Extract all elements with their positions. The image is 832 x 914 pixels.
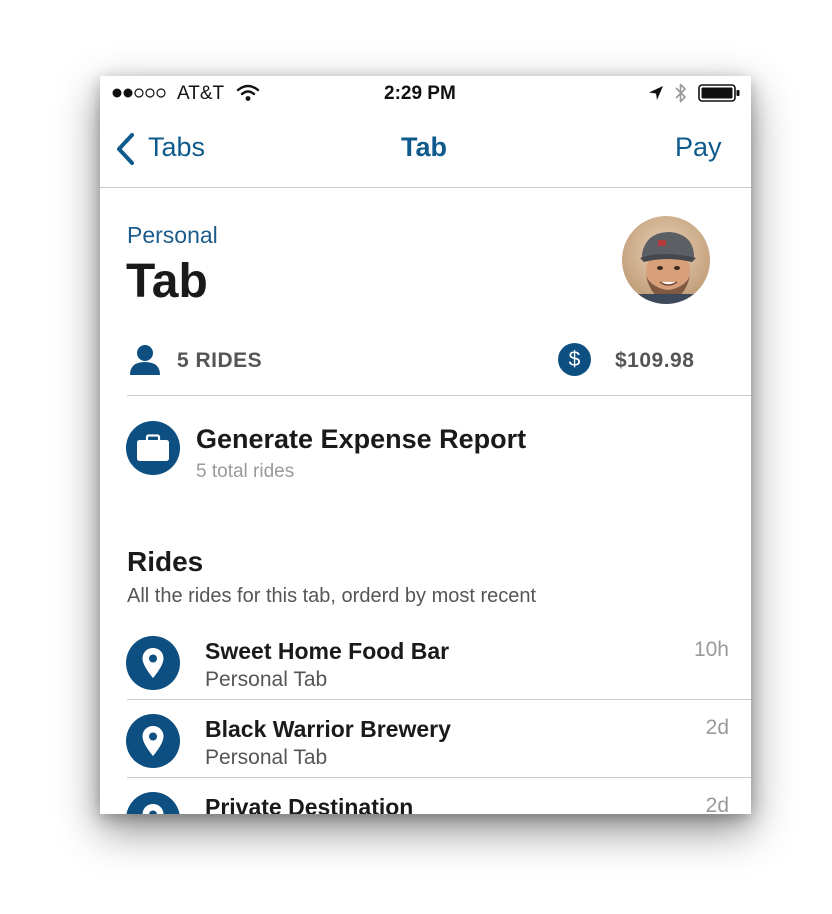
wifi-icon — [236, 84, 260, 101]
bluetooth-icon — [675, 83, 686, 103]
navigation-bar: Tabs Tab Pay — [100, 112, 751, 187]
back-button-label: Tabs — [148, 132, 206, 162]
rides-section-description: All the rides for this tab, orderd by mo… — [127, 585, 537, 607]
person-icon — [130, 345, 160, 375]
location-arrow-icon — [649, 86, 663, 100]
tab-type-label: Personal — [127, 222, 218, 248]
ride-destination: Sweet Home Food Bar — [205, 638, 450, 664]
ride-list-item[interactable]: Private Destination 2d — [100, 778, 751, 814]
nav-title: Tab — [401, 132, 447, 162]
carrier-label: AT&T — [177, 83, 225, 104]
expense-report-title: Generate Expense Report — [196, 424, 527, 454]
tab-total-amount: $109.98 — [615, 349, 695, 372]
map-pin-icon — [126, 792, 180, 814]
dollar-circle-icon: $ — [558, 343, 591, 376]
ride-destination: Private Destination — [205, 794, 414, 814]
expense-report-subtitle: 5 total rides — [196, 461, 295, 482]
ride-time: 10h — [693, 638, 729, 661]
ride-tab-label: Personal Tab — [205, 668, 328, 691]
rides-section-title: Rides — [127, 546, 204, 577]
pay-button[interactable]: Pay — [675, 132, 722, 163]
nav-divider — [100, 187, 751, 188]
ride-time: 2d — [705, 716, 729, 739]
ride-list-item[interactable]: Sweet Home Food Bar Personal Tab 10h — [100, 622, 751, 700]
map-pin-icon — [126, 714, 180, 768]
chevron-left-icon — [117, 133, 134, 165]
ride-tab-label: Personal Tab — [205, 746, 328, 769]
status-time: 2:29 PM — [384, 83, 456, 104]
rides-count: 5 RIDES — [177, 349, 263, 372]
user-photo-avatar — [622, 216, 710, 304]
avatar[interactable] — [622, 216, 710, 304]
ride-time: 2d — [705, 794, 729, 814]
briefcase-icon — [126, 421, 180, 475]
ride-list-item[interactable]: Black Warrior Brewery Personal Tab 2d — [100, 700, 751, 778]
battery-icon — [698, 84, 740, 102]
signal-dots-icon — [112, 88, 166, 98]
stats-divider — [127, 395, 751, 396]
page-title: Tab — [126, 255, 208, 308]
back-button[interactable]: Tabs — [114, 130, 224, 170]
generate-expense-report-row[interactable]: Generate Expense Report 5 total rides — [100, 406, 751, 496]
phone-screen: AT&T 2:29 PM Tabs Tab Pay Personal Tab 5… — [100, 76, 751, 814]
ride-destination: Black Warrior Brewery — [205, 716, 451, 742]
map-pin-icon — [126, 636, 180, 690]
status-bar: AT&T 2:29 PM — [100, 76, 751, 112]
